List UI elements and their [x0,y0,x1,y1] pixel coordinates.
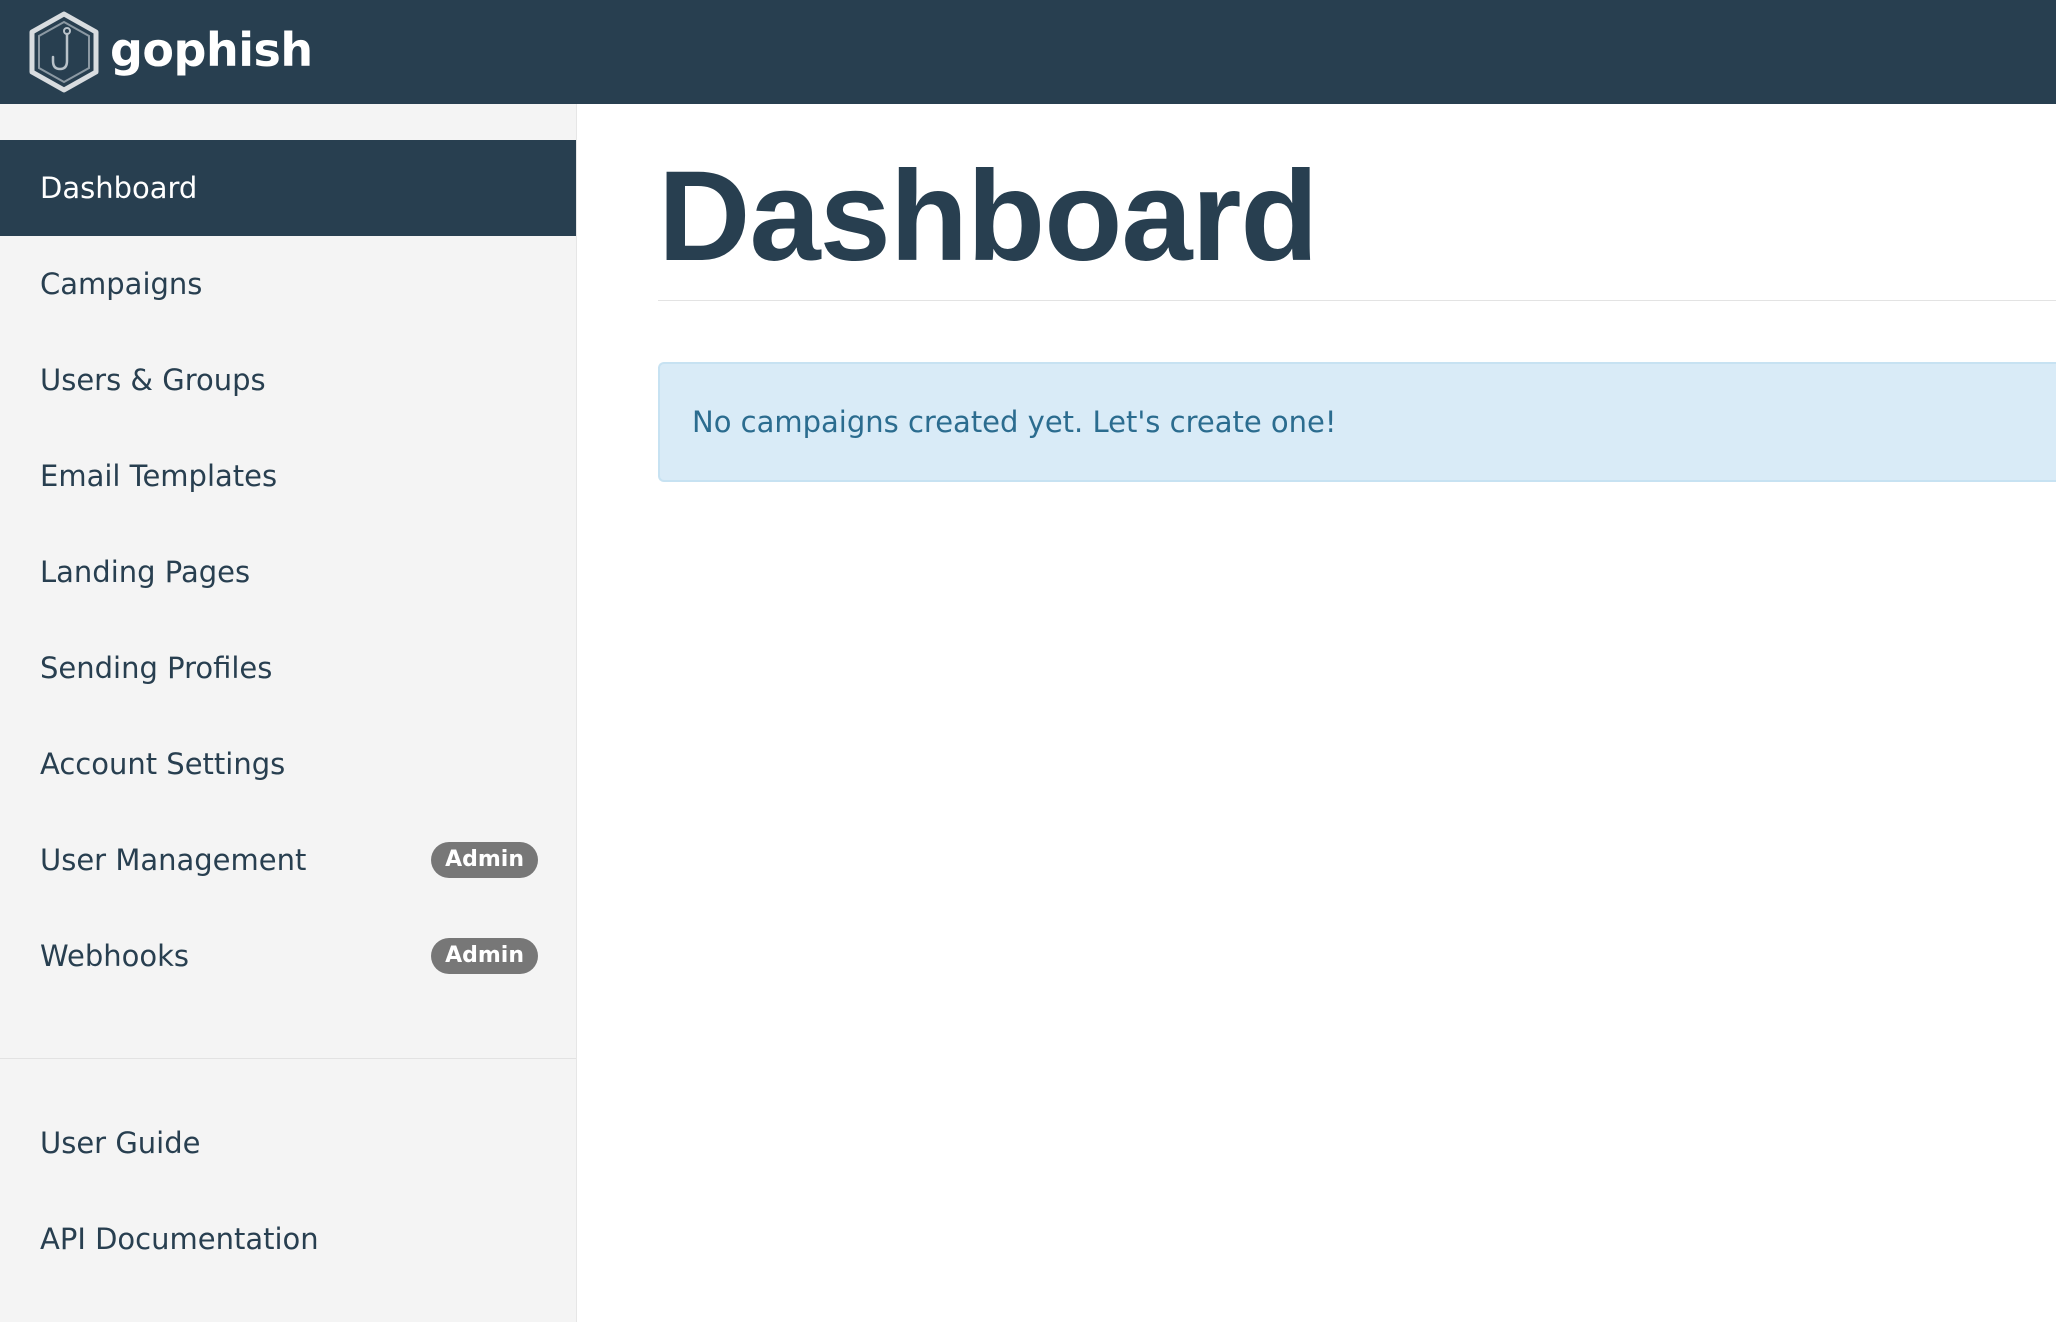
sidebar-item-label: API Documentation [40,1222,319,1256]
sidebar-item-sending-profiles[interactable]: Sending Profiles [0,620,576,716]
sidebar-item-dashboard[interactable]: Dashboard [0,140,576,236]
sidebar-item-label: Webhooks [40,939,189,973]
sidebar-item-api-documentation[interactable]: API Documentation [0,1191,576,1287]
sidebar-item-label: Landing Pages [40,555,251,589]
sidebar: Dashboard Campaigns Users & Groups Email… [0,104,577,1322]
sidebar-item-label: Campaigns [40,267,203,301]
sidebar-item-label: Users & Groups [40,363,266,397]
sidebar-item-user-guide[interactable]: User Guide [0,1095,576,1191]
sidebar-item-email-templates[interactable]: Email Templates [0,428,576,524]
title-divider [658,300,2056,301]
sidebar-item-label: Email Templates [40,459,278,493]
gophish-hook-icon [29,11,99,93]
admin-badge: Admin [431,938,538,974]
sidebar-item-users-groups[interactable]: Users & Groups [0,332,576,428]
page-title: Dashboard [658,145,1319,288]
sidebar-item-landing-pages[interactable]: Landing Pages [0,524,576,620]
sidebar-item-label: Dashboard [40,171,198,205]
admin-badge: Admin [431,842,538,878]
top-navbar: gophish [0,0,2056,104]
sidebar-item-account-settings[interactable]: Account Settings [0,716,576,812]
sidebar-item-user-management[interactable]: User Management Admin [0,812,576,908]
sidebar-item-label: Sending Profiles [40,651,273,685]
no-campaigns-alert: No campaigns created yet. Let's create o… [658,362,2056,482]
sidebar-item-campaigns[interactable]: Campaigns [0,236,576,332]
main-content: Dashboard No campaigns created yet. Let'… [658,104,2056,1322]
brand-logo-link[interactable]: gophish [28,11,313,93]
sidebar-item-label: User Management [40,843,307,877]
sidebar-divider [0,1058,576,1059]
sidebar-item-label: User Guide [40,1126,201,1160]
brand-name: gophish [110,23,313,77]
sidebar-item-webhooks[interactable]: Webhooks Admin [0,908,576,1004]
sidebar-item-label: Account Settings [40,747,286,781]
